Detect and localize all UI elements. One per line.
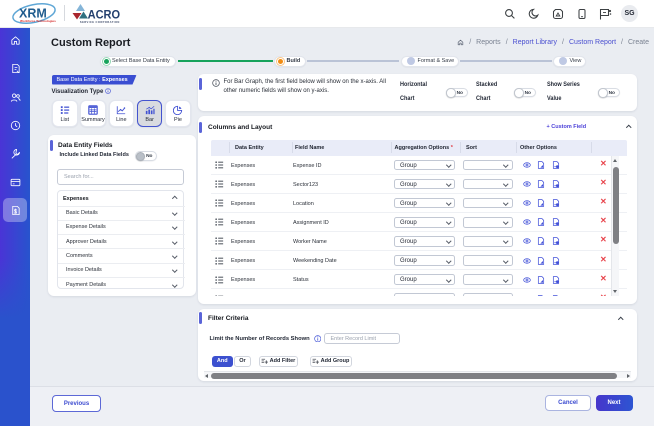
svg-text:SERVICE CORPORATION: SERVICE CORPORATION xyxy=(80,20,120,24)
svg-text:Workforce Technologies: Workforce Technologies xyxy=(20,19,56,23)
